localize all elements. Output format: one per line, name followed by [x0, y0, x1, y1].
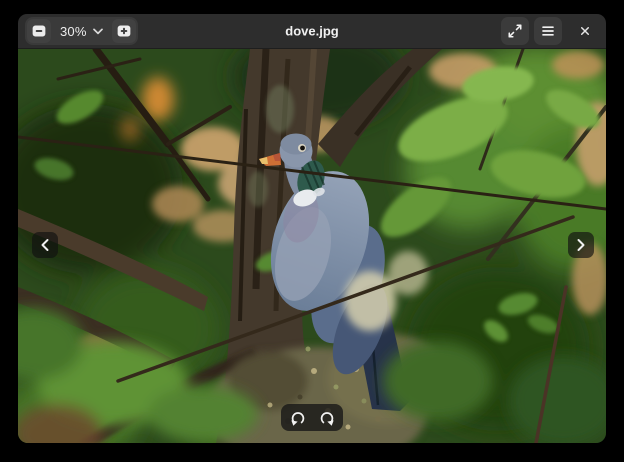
rotate-clockwise-button[interactable] [317, 408, 337, 428]
window-title: dove.jpg [285, 24, 338, 39]
main-menu-button[interactable] [534, 17, 562, 45]
zoom-controls-group: 30% [25, 17, 138, 45]
rotate-controls-bar [281, 404, 343, 431]
zoom-level-value: 30% [60, 24, 87, 39]
photo-dove [18, 49, 606, 443]
rotate-clockwise-icon [318, 409, 336, 427]
hamburger-menu-icon [538, 21, 558, 41]
image-canvas[interactable] [18, 49, 606, 443]
chevron-down-icon [93, 28, 103, 35]
zoom-in-icon [114, 21, 134, 41]
close-icon [576, 22, 594, 40]
previous-image-button[interactable] [32, 232, 58, 258]
next-image-button[interactable] [568, 232, 594, 258]
header-bar: 30% [18, 14, 606, 49]
close-window-button[interactable] [573, 19, 597, 43]
chevron-right-icon [574, 237, 588, 253]
image-viewer-window: 30% [18, 14, 606, 443]
rotate-counterclockwise-button[interactable] [288, 408, 308, 428]
image-view-area [18, 49, 606, 443]
zoom-out-button[interactable] [27, 19, 51, 43]
fullscreen-expand-icon [505, 21, 525, 41]
zoom-out-icon [29, 21, 49, 41]
desktop-backdrop: 30% [0, 0, 624, 462]
header-right-controls [501, 17, 606, 45]
rotate-counterclockwise-icon [289, 409, 307, 427]
zoom-level-dropdown[interactable]: 30% [52, 19, 111, 43]
chevron-left-icon [38, 237, 52, 253]
zoom-in-button[interactable] [112, 19, 136, 43]
fullscreen-button[interactable] [501, 17, 529, 45]
